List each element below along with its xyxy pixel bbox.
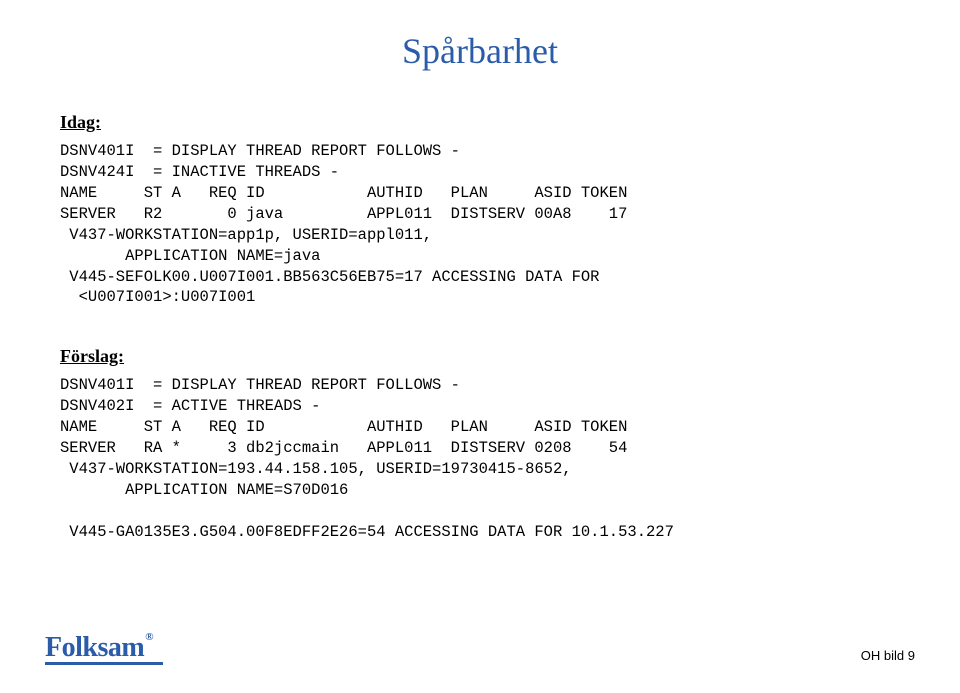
logo-name: Folksam (45, 632, 144, 663)
logo-text: Folksam® (45, 632, 152, 664)
page-title: Spårbarhet (0, 30, 960, 72)
section2-label: Förslag: (60, 346, 900, 367)
logo: Folksam® (45, 632, 163, 665)
section1-code: DSNV401I = DISPLAY THREAD REPORT FOLLOWS… (60, 141, 900, 308)
content-area: Idag: DSNV401I = DISPLAY THREAD REPORT F… (0, 112, 960, 543)
logo-tm: ® (145, 631, 153, 643)
section1-label: Idag: (60, 112, 900, 133)
slide-number: OH bild 9 (861, 648, 915, 663)
section2-code: DSNV401I = DISPLAY THREAD REPORT FOLLOWS… (60, 375, 900, 542)
